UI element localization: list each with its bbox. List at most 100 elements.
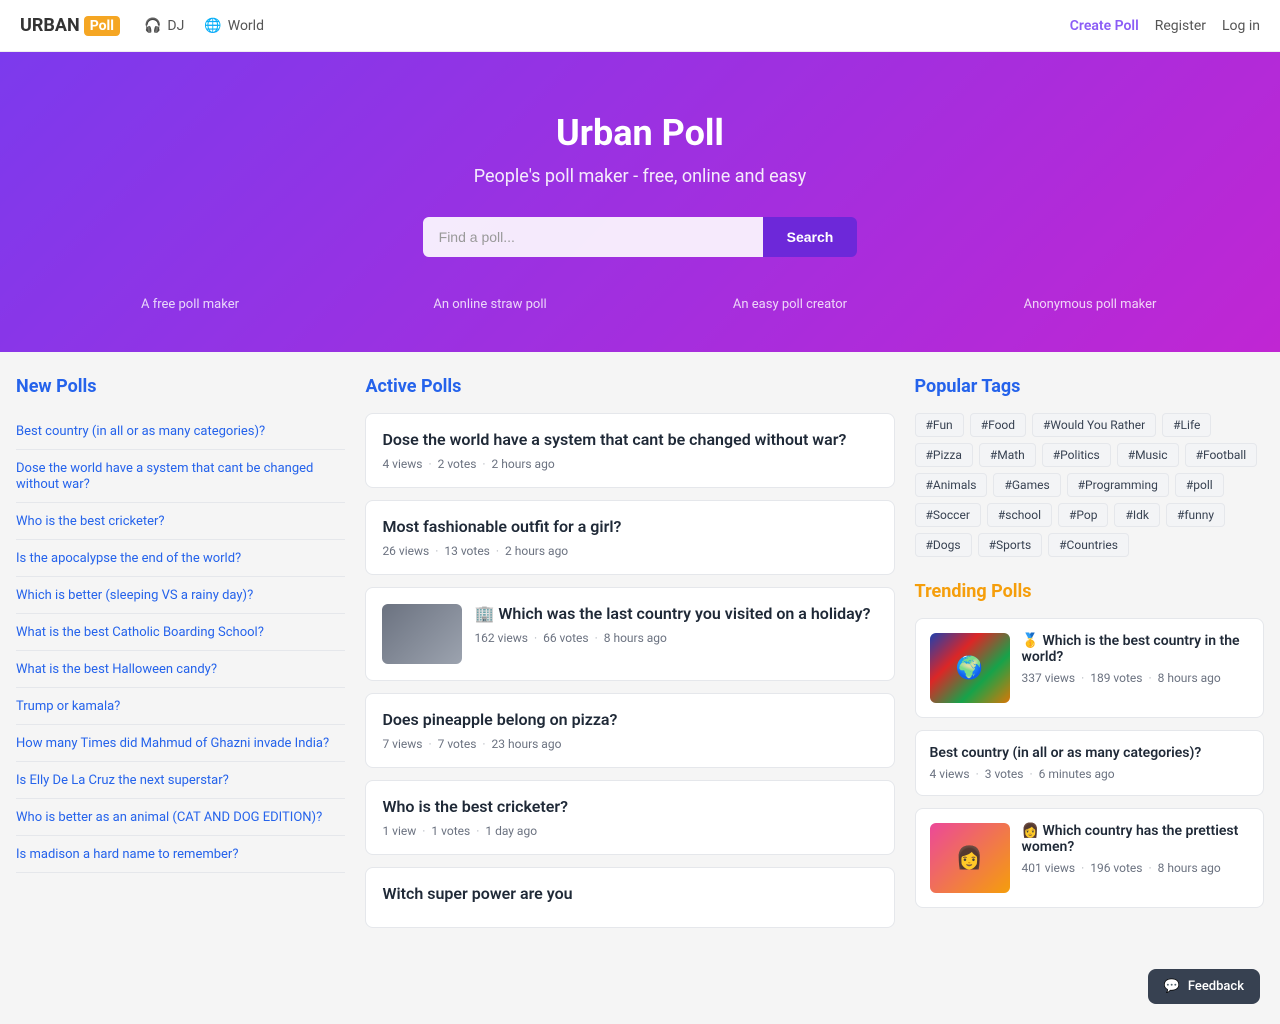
poll-time[interactable]: 8 hours ago	[604, 631, 667, 645]
tags-container: #Fun#Food#Would You Rather#Life #Pizza#Ma…	[915, 413, 1264, 557]
new-poll-link[interactable]: Is the apocalypse the end of the world?	[16, 551, 241, 566]
trending-time[interactable]: 8 hours ago	[1158, 861, 1221, 875]
brand-logo[interactable]: URBAN Poll	[20, 15, 120, 36]
trending-poll-meta: 4 views · 3 votes · 6 minutes ago	[930, 767, 1249, 781]
search-bar: Search	[20, 217, 1260, 257]
new-poll-link[interactable]: Trump or kamala?	[16, 699, 120, 714]
new-poll-link[interactable]: Best country (in all or as many categori…	[16, 424, 265, 439]
trending-poll-title[interactable]: 👩 Which country has the prettiest women?	[1022, 823, 1249, 855]
new-poll-item: Who is the best cricketer?	[16, 503, 345, 540]
trending-thumbnail: 🌍	[930, 633, 1010, 703]
trending-poll-title[interactable]: 🥇 Which is the best country in the world…	[1022, 633, 1249, 665]
tag-item[interactable]: #Countries	[1048, 533, 1129, 557]
new-poll-link[interactable]: Is madison a hard name to remember?	[16, 847, 238, 862]
tag-item[interactable]: #Math	[979, 443, 1036, 467]
tag-item[interactable]: #Politics	[1042, 443, 1111, 467]
new-poll-item: What is the best Catholic Boarding Schoo…	[16, 614, 345, 651]
tag-item[interactable]: #poll	[1175, 473, 1224, 497]
brand-poll: Poll	[84, 16, 120, 36]
tag-item[interactable]: #Pizza	[915, 443, 973, 467]
new-poll-link[interactable]: What is the best Catholic Boarding Schoo…	[16, 625, 264, 640]
poll-votes: 13 votes	[444, 544, 490, 558]
trending-poll-meta: 401 views · 196 votes · 8 hours ago	[1022, 861, 1249, 875]
trending-views: 4 views	[930, 767, 970, 781]
navbar-dj-link[interactable]: 🎧 DJ	[144, 18, 184, 34]
tag-item[interactable]: #Football	[1185, 443, 1258, 467]
tag-item[interactable]: #Games	[993, 473, 1060, 497]
trending-info: 🥇 Which is the best country in the world…	[1022, 633, 1249, 685]
new-poll-link[interactable]: Which is better (sleeping VS a rainy day…	[16, 588, 253, 603]
separator: ·	[476, 824, 479, 838]
new-poll-link[interactable]: What is the best Halloween candy?	[16, 662, 217, 677]
tag-item[interactable]: #school	[987, 503, 1052, 527]
new-poll-item: How many Times did Mahmud of Ghazni inva…	[16, 725, 345, 762]
trending-votes: 189 votes	[1090, 671, 1142, 685]
poll-title[interactable]: Does pineapple belong on pizza?	[382, 710, 877, 729]
trending-time[interactable]: 8 hours ago	[1158, 671, 1221, 685]
trending-poll-title[interactable]: Best country (in all or as many categori…	[930, 745, 1249, 761]
poll-time[interactable]: 23 hours ago	[492, 737, 562, 751]
poll-title[interactable]: 🏢 Which was the last country you visited…	[474, 604, 870, 623]
tag-item[interactable]: #Would You Rather	[1032, 413, 1156, 437]
search-input[interactable]	[423, 217, 763, 257]
tag-item[interactable]: #Soccer	[915, 503, 981, 527]
active-poll-card: Dose the world have a system that cant b…	[365, 413, 894, 488]
hero-section: Urban Poll People's poll maker - free, o…	[0, 52, 1280, 352]
tag-item[interactable]: #Food	[970, 413, 1026, 437]
poll-title[interactable]: Who is the best cricketer?	[382, 797, 877, 816]
trending-card: 🌍 🥇 Which is the best country in the wor…	[915, 618, 1264, 718]
register-link[interactable]: Register	[1155, 18, 1206, 34]
search-button[interactable]: Search	[763, 217, 858, 257]
active-poll-card: Witch super power are you	[365, 867, 894, 928]
separator: ·	[1081, 861, 1084, 875]
trending-thumb-woman: 👩	[930, 823, 1010, 893]
separator: ·	[428, 737, 431, 751]
tag-item[interactable]: #Programming	[1067, 473, 1169, 497]
new-poll-link[interactable]: Is Elly De La Cruz the next superstar?	[16, 773, 229, 788]
tag-item[interactable]: #Animals	[915, 473, 988, 497]
poll-title[interactable]: Most fashionable outfit for a girl?	[382, 517, 877, 536]
new-poll-list: Best country (in all or as many categori…	[16, 413, 345, 873]
poll-time[interactable]: 1 day ago	[485, 824, 537, 838]
new-poll-link[interactable]: Dose the world have a system that cant b…	[16, 461, 313, 492]
tag-item[interactable]: #Idk	[1114, 503, 1160, 527]
new-poll-item: Trump or kamala?	[16, 688, 345, 725]
poll-views: 26 views	[382, 544, 429, 558]
hero-subtitle: People's poll maker - free, online and e…	[20, 166, 1260, 187]
poll-thumb-image	[382, 604, 462, 664]
tag-item[interactable]: #funny	[1166, 503, 1225, 527]
trending-card: 👩 👩 Which country has the prettiest wome…	[915, 808, 1264, 908]
trending-thumb-flags: 🌍	[930, 633, 1010, 703]
tag-item[interactable]: #Sports	[978, 533, 1043, 557]
new-poll-link[interactable]: Who is the best cricketer?	[16, 514, 165, 529]
poll-title[interactable]: Dose the world have a system that cant b…	[382, 430, 877, 449]
poll-time[interactable]: 2 hours ago	[505, 544, 568, 558]
active-poll-card: 🏢 Which was the last country you visited…	[365, 587, 894, 681]
active-polls-title: Active Polls	[365, 376, 894, 397]
trending-time[interactable]: 6 minutes ago	[1039, 767, 1115, 781]
separator: ·	[496, 544, 499, 558]
tag-item[interactable]: #Fun	[915, 413, 964, 437]
new-poll-link[interactable]: Who is better as an animal (CAT AND DOG …	[16, 810, 322, 825]
poll-meta: 7 views · 7 votes · 23 hours ago	[382, 737, 877, 751]
new-poll-item: Best country (in all or as many categori…	[16, 413, 345, 450]
create-poll-link[interactable]: Create Poll	[1070, 18, 1139, 34]
separator: ·	[428, 457, 431, 471]
poll-title[interactable]: Witch super power are you	[382, 884, 877, 903]
separator: ·	[534, 631, 537, 645]
poll-with-image: 🏢 Which was the last country you visited…	[382, 604, 877, 664]
hero-feature-1: A free poll maker	[40, 297, 340, 312]
tag-item[interactable]: #Pop	[1058, 503, 1108, 527]
trending-votes: 3 votes	[985, 767, 1024, 781]
navbar-world-link[interactable]: 🌐 World	[204, 18, 264, 34]
tag-item[interactable]: #Dogs	[915, 533, 972, 557]
separator: ·	[976, 767, 979, 781]
feedback-button[interactable]: 💬 Feedback	[1148, 969, 1260, 1004]
login-link[interactable]: Log in	[1222, 18, 1260, 34]
poll-views: 1 view	[382, 824, 416, 838]
poll-time[interactable]: 2 hours ago	[492, 457, 555, 471]
tag-item[interactable]: #Life	[1162, 413, 1211, 437]
separator: ·	[482, 737, 485, 751]
tag-item[interactable]: #Music	[1117, 443, 1179, 467]
new-poll-link[interactable]: How many Times did Mahmud of Ghazni inva…	[16, 736, 329, 751]
